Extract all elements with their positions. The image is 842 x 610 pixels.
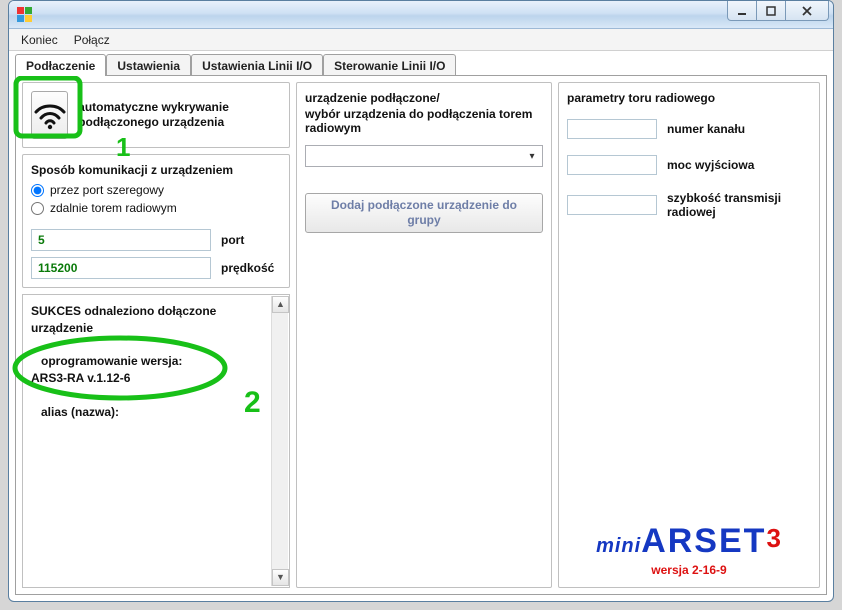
log-line-2: oprogramowanie wersja:	[31, 353, 269, 370]
scroll-down-icon[interactable]: ▼	[272, 569, 289, 586]
device-legend-b: wybór urządzenia do podłączenia torem ra…	[305, 107, 543, 135]
log-line-3: ARS3-RA v.1.12-6	[31, 370, 269, 387]
menubar: Koniec Połącz	[9, 29, 833, 51]
app-window: Koniec Połącz Podłaczenie Ustawienia Ust…	[8, 0, 834, 602]
minimize-button[interactable]	[727, 1, 757, 21]
power-label: moc wyjściowa	[667, 158, 754, 172]
device-combo[interactable]: ▾	[305, 145, 543, 167]
log-output: SUKCES odnaleziono dołączone urządzenie …	[22, 294, 290, 588]
radio-serial-input[interactable]	[31, 184, 44, 197]
close-button[interactable]	[785, 1, 829, 21]
baud-label: prędkość	[221, 261, 274, 275]
tab-panel: automatyczne wykrywanie podłączonego urz…	[15, 75, 827, 595]
radio-params-group: parametry toru radiowego numer kanału mo…	[558, 82, 820, 588]
power-input[interactable]	[567, 155, 657, 175]
radio-params-legend: parametry toru radiowego	[567, 91, 811, 105]
brand-mini: mini	[596, 535, 641, 557]
comm-method-group: Sposób komunikacji z urządzeniem przez p…	[22, 154, 290, 288]
speed-label: szybkość transmisji radiowej	[667, 191, 811, 220]
radio-rf[interactable]: zdalnie torem radiowym	[31, 201, 281, 215]
comm-legend: Sposób komunikacji z urządzeniem	[31, 163, 281, 177]
maximize-button[interactable]	[756, 1, 786, 21]
device-legend-a: urządzenie podłączone/	[305, 91, 543, 105]
device-group: urządzenie podłączone/ wybór urządzenia …	[296, 82, 552, 588]
chevron-down-icon: ▾	[524, 148, 540, 164]
radio-rf-input[interactable]	[31, 202, 44, 215]
menu-polacz[interactable]: Połącz	[66, 31, 118, 49]
app-icon	[17, 7, 33, 23]
channel-input[interactable]	[567, 119, 657, 139]
tabstrip: Podłaczenie Ustawienia Ustawienia Linii …	[15, 51, 827, 75]
wifi-icon	[33, 100, 67, 130]
tab-sterowanie-linii-io[interactable]: Sterowanie Linii I/O	[323, 54, 456, 76]
log-scrollbar[interactable]: ▲ ▼	[271, 296, 288, 586]
port-input[interactable]	[31, 229, 211, 251]
channel-label: numer kanału	[667, 122, 745, 136]
scroll-up-icon[interactable]: ▲	[272, 296, 289, 313]
radio-serial[interactable]: przez port szeregowy	[31, 183, 281, 197]
autodetect-button[interactable]	[31, 91, 68, 139]
autodetect-label: automatyczne wykrywanie podłączonego urz…	[78, 100, 281, 130]
brand-name: ARSET	[641, 522, 766, 560]
baud-input[interactable]	[31, 257, 211, 279]
brand-version: wersja 2-16-9	[567, 563, 811, 577]
tab-ustawienia[interactable]: Ustawienia	[106, 54, 191, 76]
speed-input[interactable]	[567, 195, 657, 215]
log-line-4: alias (nazwa):	[31, 404, 269, 421]
tab-ustawienia-linii-io[interactable]: Ustawienia Linii I/O	[191, 54, 323, 76]
brand-block: miniARSET3 wersja 2-16-9	[567, 516, 811, 579]
menu-koniec[interactable]: Koniec	[13, 31, 66, 49]
tab-podlaczenie[interactable]: Podłaczenie	[15, 54, 106, 76]
titlebar[interactable]	[9, 1, 833, 29]
brand-sup: 3	[766, 523, 781, 553]
log-line-1: SUKCES odnaleziono dołączone urządzenie	[31, 303, 269, 337]
add-device-button[interactable]: Dodaj podłączone urządzenie do grupy	[305, 193, 543, 233]
port-label: port	[221, 233, 244, 247]
